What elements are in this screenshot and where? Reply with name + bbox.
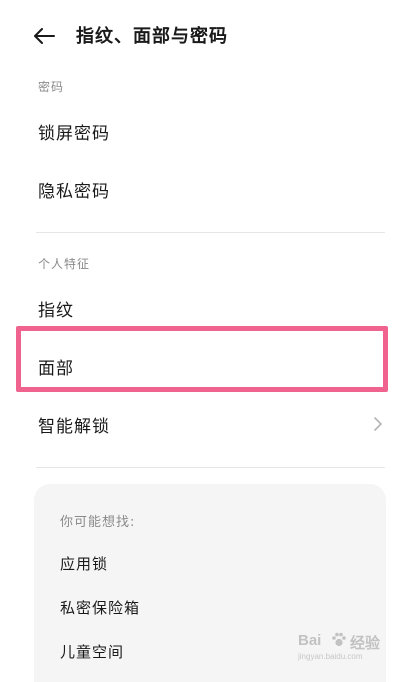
watermark-text: Bai [298,632,322,649]
settings-page: 指纹、面部与密码 密码 锁屏密码 隐私密码 个人特征 指纹 面部 智能解锁 你可… [0,0,411,682]
suggestions-title: 你可能想找: [60,515,136,530]
row-privacy-password[interactable]: 隐私密码 [0,160,411,218]
divider [36,467,385,468]
section-label-password: 密码 [38,80,65,94]
header-bar: 指纹、面部与密码 [0,16,411,56]
row-fingerprint[interactable]: 指纹 [0,279,411,337]
chevron-right-icon [374,417,382,431]
row-lock-screen-password[interactable]: 锁屏密码 [0,102,411,160]
suggestion-app-lock[interactable]: 应用锁 [60,553,108,574]
paw-icon [332,632,346,647]
divider [36,232,385,233]
section-label-personal: 个人特征 [38,257,91,271]
watermark-text-2: 经验 [350,635,381,652]
row-face[interactable]: 面部 [0,337,411,395]
suggestion-kids-space[interactable]: 儿童空间 [60,641,124,662]
back-button[interactable] [30,24,58,48]
watermark: Bai 经验 jingyan.baidu.com [296,628,396,668]
row-label: 隐私密码 [38,181,110,202]
row-label: 面部 [38,358,74,379]
row-label: 智能解锁 [38,416,110,437]
watermark-url: jingyan.baidu.com [298,652,363,661]
row-smart-unlock[interactable]: 智能解锁 [0,395,411,453]
row-label: 指纹 [38,300,74,321]
suggestion-private-safe[interactable]: 私密保险箱 [60,597,140,618]
row-label: 锁屏密码 [38,123,110,144]
arrow-left-icon [34,28,55,44]
page-title: 指纹、面部与密码 [76,26,228,47]
